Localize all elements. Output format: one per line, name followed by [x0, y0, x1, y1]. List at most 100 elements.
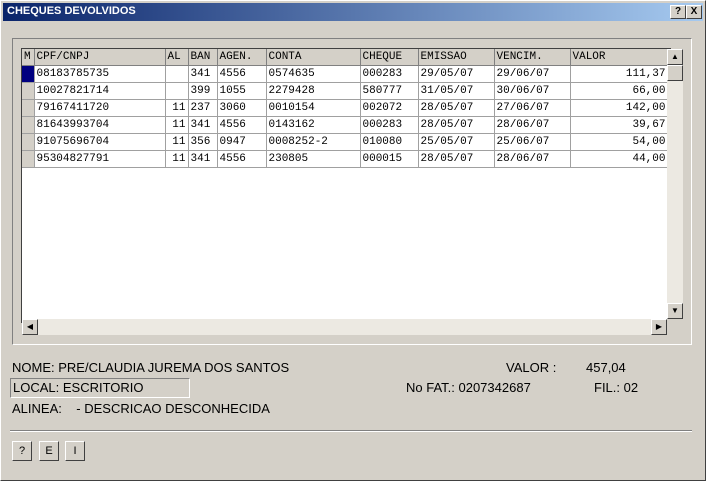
empty-cell [418, 280, 494, 296]
table-cell: 39,67 [570, 116, 669, 134]
empty-cell [217, 296, 266, 312]
table-row[interactable]: 91075696704 11 356 0947 0008252-2 010080 25/05… [22, 133, 669, 151]
column-header-7[interactable]: EMISSAO [418, 49, 495, 66]
empty-cell [165, 184, 188, 200]
empty-cell [570, 296, 668, 312]
table-row[interactable]: 81643993704 11 341 4556 0143162 000283 28/05/0… [22, 116, 669, 134]
help-button[interactable]: ? [12, 441, 32, 461]
empty-cell [266, 184, 360, 200]
empty-cell [494, 200, 570, 216]
column-header-4[interactable]: AGEN. [217, 49, 267, 66]
table-cell: 79167411720 [34, 99, 166, 117]
table-cell: 10027821714 [34, 82, 166, 100]
empty-cell [217, 216, 266, 232]
empty-cell [494, 184, 570, 200]
column-header-0[interactable]: M [22, 49, 35, 66]
row-indicator[interactable] [22, 82, 35, 100]
empty-cell [266, 216, 360, 232]
empty-cell [494, 296, 570, 312]
empty-cell [494, 248, 570, 264]
nome-label: NOME: PRE/CLAUDIA JUREMA DOS SANTOS [12, 360, 290, 375]
empty-cell [360, 264, 418, 280]
column-header-8[interactable]: VENCIM. [494, 49, 571, 66]
table-cell [165, 82, 189, 100]
title-bar[interactable]: CHEQUES DEVOLVIDOS ? X [3, 3, 703, 21]
table-row[interactable]: 95304827791 11 341 4556 230805 000015 28/05/07… [22, 150, 669, 168]
local-label: LOCAL: ESCRITORIO [13, 380, 144, 395]
scroll-right-icon[interactable]: ▶ [651, 319, 667, 335]
scroll-down-icon[interactable]: ▼ [667, 303, 683, 319]
table-cell: 0008252-2 [266, 133, 361, 151]
column-header-6[interactable]: CHEQUE [360, 49, 419, 66]
table-cell: 2279428 [266, 82, 361, 100]
scroll-up-icon[interactable]: ▲ [667, 49, 683, 65]
empty-cell [494, 264, 570, 280]
empty-cell [217, 280, 266, 296]
empty-cell [165, 200, 188, 216]
empty-row [22, 264, 668, 280]
e-button[interactable]: E [39, 441, 59, 461]
column-header-3[interactable]: BAN [188, 49, 218, 66]
vertical-scroll-thumb[interactable] [667, 65, 683, 81]
help-title-button[interactable]: ? [670, 5, 686, 19]
empty-row [22, 280, 668, 296]
valor-value: 457,04 [586, 360, 626, 375]
table-cell: 4556 [217, 116, 267, 134]
empty-cell [165, 232, 188, 248]
table-header: M CPF/CNPJ AL BAN AGEN. CONTA CHEQUE EMISSAO VEN… [22, 49, 669, 66]
column-header-5[interactable]: CONTA [266, 49, 361, 66]
table-cell: 002072 [360, 99, 419, 117]
empty-cell [266, 280, 360, 296]
empty-cell [217, 184, 266, 200]
empty-cell [570, 184, 668, 200]
empty-cell [418, 264, 494, 280]
empty-cell [418, 200, 494, 216]
empty-cell [22, 216, 34, 232]
close-button[interactable]: X [686, 5, 702, 19]
empty-row [22, 200, 668, 216]
table-cell: 31/05/07 [418, 82, 495, 100]
row-indicator[interactable] [22, 65, 35, 83]
empty-cell [217, 168, 266, 185]
table-cell [165, 65, 189, 83]
table-cell: 580777 [360, 82, 419, 100]
table-cell: 230805 [266, 150, 361, 168]
table-cell: 11 [165, 150, 189, 168]
i-button[interactable]: I [65, 441, 85, 461]
empty-cell [570, 232, 668, 248]
empty-cell [418, 184, 494, 200]
table-cell: 111,37 [570, 65, 669, 83]
row-indicator[interactable] [22, 150, 35, 168]
empty-cell [188, 200, 217, 216]
vertical-scrollbar[interactable]: ▲ ▼ [667, 49, 683, 319]
table-cell: 0574635 [266, 65, 361, 83]
empty-cell [22, 232, 34, 248]
row-indicator[interactable] [22, 99, 35, 117]
empty-cell [188, 232, 217, 248]
empty-cell [165, 280, 188, 296]
table-cell: 341 [188, 65, 218, 83]
table-cell: 66,00 [570, 82, 669, 100]
table-row[interactable]: 79167411720 11 237 3060 0010154 002072 28/05/0… [22, 99, 669, 117]
empty-cell [266, 168, 360, 185]
row-indicator[interactable] [22, 133, 35, 151]
empty-cell [165, 296, 188, 312]
column-header-9[interactable]: VALOR [570, 49, 669, 66]
scroll-left-icon[interactable]: ◀ [22, 319, 38, 335]
table-cell: 4556 [217, 150, 267, 168]
empty-cell [34, 200, 165, 216]
horizontal-scrollbar[interactable]: ◀ ▶ [22, 319, 667, 335]
empty-cell [217, 248, 266, 264]
table-cell: 28/05/07 [418, 99, 495, 117]
scroll-corner [667, 319, 683, 335]
column-header-2[interactable]: AL [165, 49, 189, 66]
empty-cell [266, 232, 360, 248]
empty-cell [188, 280, 217, 296]
row-indicator[interactable] [22, 116, 35, 134]
table-row[interactable]: 08183785735 341 4556 0574635 000283 29/05/07 2… [22, 65, 669, 83]
table-row[interactable]: 10027821714 399 1055 2279428 580777 31/05/07 3… [22, 82, 669, 100]
table-cell: 341 [188, 116, 218, 134]
column-header-1[interactable]: CPF/CNPJ [34, 49, 166, 66]
empty-cell [22, 264, 34, 280]
empty-cell [266, 296, 360, 312]
